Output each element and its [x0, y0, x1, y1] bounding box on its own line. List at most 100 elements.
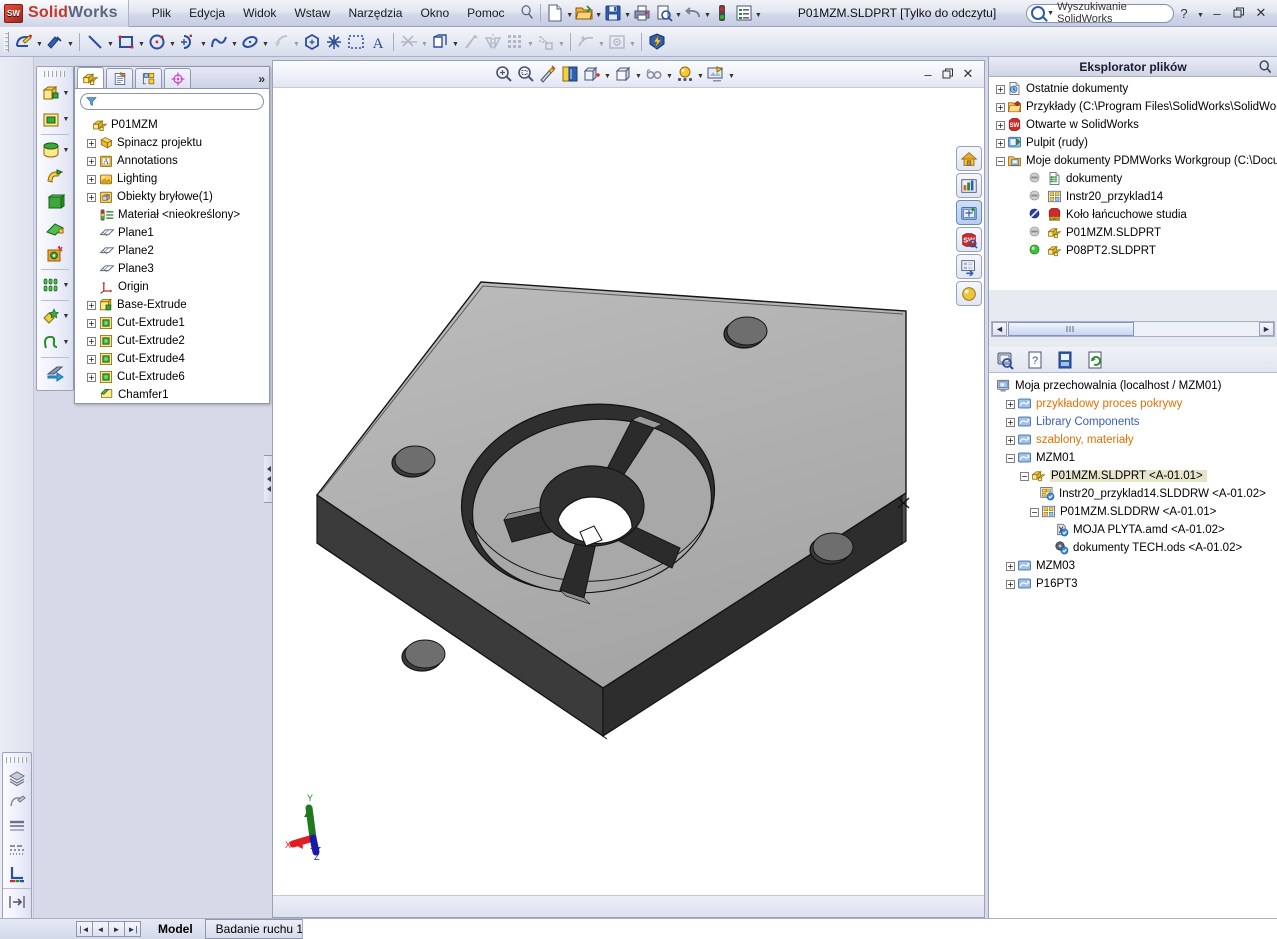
search-input[interactable]: ▼ Wyszukiwanie SolidWorks: [1026, 1, 1174, 25]
spline-icon[interactable]: [208, 31, 230, 53]
relations-dropdown-icon[interactable]: ▼: [597, 31, 606, 53]
open-document-icon[interactable]: [573, 2, 595, 24]
menu-item-narzedzia[interactable]: Narzędzia: [339, 2, 411, 24]
fe-item-samples[interactable]: + Przykłady (C:\Program Files\SolidWorks…: [992, 98, 1277, 116]
trim-entities-icon[interactable]: [398, 31, 420, 53]
arc-icon[interactable]: [177, 31, 199, 53]
options-icon[interactable]: [733, 2, 755, 24]
tree-expander[interactable]: +: [1006, 579, 1015, 589]
tree-item-plane1[interactable]: Plane1: [79, 224, 269, 242]
help-icon[interactable]: ?: [1024, 349, 1046, 371]
tree-expander[interactable]: +: [87, 354, 96, 364]
convert-entities-icon[interactable]: [429, 31, 451, 53]
previous-view-icon[interactable]: [537, 63, 559, 85]
move-entities-dropdown-icon[interactable]: ▼: [557, 31, 566, 53]
rebuild-status-icon[interactable]: [711, 2, 733, 24]
fe-item-instr20[interactable]: Instr20_przyklad14: [992, 188, 1277, 206]
tab-model[interactable]: Model: [148, 920, 203, 938]
mirror-entities-icon[interactable]: [482, 31, 504, 53]
tree-expander[interactable]: +: [1006, 417, 1015, 427]
linear-pattern-dropdown-icon[interactable]: ▼: [62, 272, 71, 298]
close-icon[interactable]: ✕: [958, 64, 978, 84]
tree-expander[interactable]: +: [996, 84, 1005, 94]
open-document-dropdown-icon[interactable]: ▼: [595, 2, 602, 24]
tree-expander[interactable]: +: [1006, 399, 1015, 409]
tree-item-origin[interactable]: Origin: [79, 278, 269, 296]
hide-show-items-icon[interactable]: [643, 63, 665, 85]
new-document-dropdown-icon[interactable]: ▼: [566, 2, 573, 24]
tree-expander[interactable]: −: [1006, 453, 1015, 463]
vault-item-instr20-slddrw[interactable]: Instr20_przyklad14.SLDDRW <A-01.02>: [992, 485, 1277, 503]
vault-item-library-components[interactable]: + Library Components: [992, 413, 1277, 431]
vault-item-p01mzm-sldprt[interactable]: − P01MZM.SLDPRT <A-01.01>: [992, 467, 1277, 485]
collapse-right-icon[interactable]: [6, 891, 28, 913]
fe-item-dokumenty[interactable]: dokumenty: [992, 170, 1277, 188]
feature-manager-tab[interactable]: [77, 67, 104, 88]
trim-dropdown-icon[interactable]: ▼: [420, 31, 429, 53]
construction-geometry-icon[interactable]: [345, 31, 367, 53]
toolbar-grip[interactable]: [4, 31, 9, 52]
spline-dropdown-icon[interactable]: ▼: [230, 31, 239, 53]
display-style-icon[interactable]: [612, 63, 634, 85]
text-icon[interactable]: A: [367, 31, 389, 53]
vault-item-p16pt3[interactable]: + P16PT3: [992, 575, 1277, 593]
tree-expander[interactable]: +: [996, 138, 1005, 148]
pushpin-icon[interactable]: [518, 4, 536, 22]
print-dropdown-icon[interactable]: ▼: [675, 2, 682, 24]
print-icon[interactable]: [631, 2, 653, 24]
fe-item-p01mzm-sldprt[interactable]: P01MZM.SLDPRT: [992, 224, 1277, 242]
reference-geometry-icon[interactable]: [40, 305, 62, 327]
configuration-manager-tab[interactable]: [135, 68, 162, 88]
linear-pattern-icon[interactable]: [40, 274, 62, 296]
revolved-boss-base-icon[interactable]: [40, 139, 62, 161]
tree-expander[interactable]: −: [1030, 507, 1039, 517]
display-style-icon[interactable]: [6, 791, 28, 813]
view-orientation-dropdown-icon[interactable]: ▼: [603, 63, 612, 85]
chevron-down-icon[interactable]: ▼: [1047, 10, 1054, 17]
refresh-icon[interactable]: [1084, 349, 1106, 371]
smart-dimension-icon[interactable]: [44, 31, 66, 53]
more-tabs-button[interactable]: »: [258, 72, 265, 88]
polygon-icon[interactable]: [301, 31, 323, 53]
tree-item-chamfer1[interactable]: Chamfer1: [79, 386, 269, 403]
undo-icon[interactable]: [682, 2, 704, 24]
toolbar-grip[interactable]: [43, 71, 67, 77]
tree-expander[interactable]: +: [87, 156, 96, 166]
menu-item-widok[interactable]: Widok: [234, 2, 285, 24]
search-vault-icon[interactable]: [994, 349, 1016, 371]
layers-icon[interactable]: [6, 767, 28, 789]
ellipse-icon[interactable]: [239, 31, 261, 53]
linear-pattern-dropdown-icon[interactable]: ▼: [526, 31, 535, 53]
pushpin-icon[interactable]: [1257, 59, 1273, 75]
rectangle-icon[interactable]: [115, 31, 137, 53]
fe-item-p08pt2-sldprt[interactable]: P08PT2.SLDPRT: [992, 242, 1277, 260]
fe-item-desktop[interactable]: + Pulpit (rudy): [992, 134, 1277, 152]
minimize-icon[interactable]: –: [918, 64, 938, 84]
revolved-boss-dropdown-icon[interactable]: ▼: [62, 137, 71, 163]
vault-item-proces-pokrywy[interactable]: + przykładowy proces pokrywy: [992, 395, 1277, 413]
tree-item-plane3[interactable]: Plane3: [79, 260, 269, 278]
extruded-boss-dropdown-icon[interactable]: ▼: [62, 80, 71, 106]
tree-item-plane2[interactable]: Plane2: [79, 242, 269, 260]
display-style-dropdown-icon[interactable]: ▼: [634, 63, 643, 85]
line-thickness-icon[interactable]: [6, 839, 28, 861]
convert-entities-dropdown-icon[interactable]: ▼: [451, 31, 460, 53]
menu-item-wstaw[interactable]: Wstaw: [285, 2, 339, 24]
move-entities-icon[interactable]: [535, 31, 557, 53]
line-dropdown-icon[interactable]: ▼: [106, 31, 115, 53]
zoom-to-fit-icon[interactable]: [493, 63, 515, 85]
ellipse-dropdown-icon[interactable]: ▼: [261, 31, 270, 53]
fe-item-recent-documents[interactable]: + Ostatnie dokumenty: [992, 80, 1277, 98]
menu-item-okno[interactable]: Okno: [411, 2, 458, 24]
close-icon[interactable]: ✕: [1251, 3, 1271, 23]
circle-dropdown-icon[interactable]: ▼: [168, 31, 177, 53]
fe-item-open-in-solidworks[interactable]: + SW Otwarte w SolidWorks: [992, 116, 1277, 134]
restore-icon[interactable]: [938, 64, 958, 84]
tree-expander[interactable]: +: [1006, 435, 1015, 445]
hide-edges-icon[interactable]: [6, 863, 28, 885]
undo-dropdown-icon[interactable]: ▼: [704, 2, 711, 24]
model-3d-plate[interactable]: [273, 88, 984, 895]
rib-icon[interactable]: [44, 217, 66, 239]
sketch-dropdown-icon[interactable]: ▼: [35, 31, 44, 53]
vault-item-mzm01[interactable]: − MZM01: [992, 449, 1277, 467]
